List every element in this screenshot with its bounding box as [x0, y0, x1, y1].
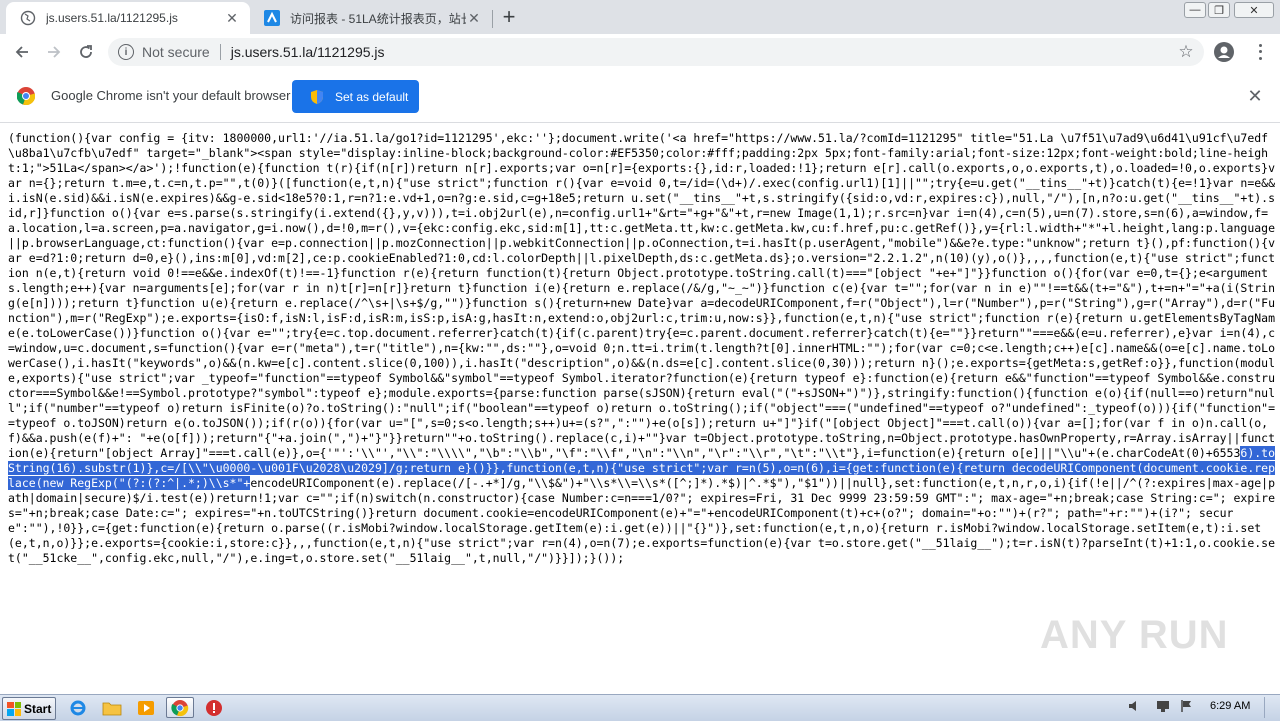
browser-toolbar: i Not secure js.users.51.la/1121295.js ☆: [0, 34, 1280, 72]
code-text-before: (function(){var config = {itv: 1800000,u…: [8, 131, 1276, 460]
default-browser-infobar: Google Chrome isn't your default browser…: [0, 71, 1280, 123]
tab-inactive[interactable]: 访问报表 - 51LA统计报表页，站长统 ✕: [250, 2, 492, 34]
infobar-message: Google Chrome isn't your default browser: [51, 88, 291, 103]
menu-kebab-icon[interactable]: [1250, 42, 1270, 62]
restore-button[interactable]: ❐: [1208, 2, 1230, 18]
tab-title: js.users.51.la/1121295.js: [46, 11, 178, 25]
start-button[interactable]: Start: [2, 697, 56, 720]
chrome-logo-icon: [17, 87, 35, 105]
tab-separator: [492, 10, 493, 28]
new-tab-button[interactable]: +: [498, 4, 520, 29]
tab-strip: js.users.51.la/1121295.js ✕ 访问报表 - 51LA统…: [0, 0, 1280, 34]
tab-title: 访问报表 - 51LA统计报表页，站长统: [290, 11, 466, 26]
close-tab-icon[interactable]: ✕: [224, 10, 240, 26]
clock: 6:29 AM: [1210, 700, 1251, 712]
chrome-taskbar-icon[interactable]: [166, 697, 194, 718]
set-as-default-label: Set as default: [335, 89, 409, 104]
show-desktop-button[interactable]: [1264, 697, 1279, 718]
reload-button[interactable]: [74, 40, 98, 64]
folder-icon[interactable]: [98, 697, 126, 718]
arrow-left-icon: [15, 46, 28, 58]
forward-button[interactable]: [42, 40, 66, 64]
close-tab-icon[interactable]: ✕: [466, 10, 482, 26]
taskbar: Start 6:29 AM: [0, 694, 1280, 721]
reload-icon: [80, 45, 92, 58]
windows-flag-icon: [7, 701, 21, 716]
info-icon[interactable]: i: [118, 44, 134, 60]
globe-icon: [20, 10, 36, 26]
close-window-button[interactable]: ✕: [1234, 2, 1274, 18]
flag-notification-icon[interactable]: [1180, 699, 1194, 716]
close-infobar-icon[interactable]: ✕: [1246, 86, 1264, 106]
speaker-icon[interactable]: [1128, 699, 1142, 716]
media-player-icon[interactable]: [132, 697, 160, 718]
divider: [219, 44, 221, 60]
bookmark-star-icon[interactable]: ☆: [1174, 42, 1198, 62]
back-button[interactable]: [10, 40, 34, 64]
security-status: Not secure: [142, 44, 210, 60]
51la-favicon-icon: [264, 10, 280, 26]
minimize-button[interactable]: —: [1184, 2, 1206, 18]
anyrun-watermark: ANY RUN: [1040, 612, 1229, 657]
javascript-source: (function(){var config = {itv: 1800000,u…: [8, 131, 1278, 566]
stop-sign-icon[interactable]: [200, 697, 228, 718]
network-icon[interactable]: [1156, 699, 1170, 716]
start-label: Start: [24, 701, 52, 716]
tab-active[interactable]: js.users.51.la/1121295.js ✕: [6, 2, 250, 34]
profile-avatar-icon[interactable]: [1214, 42, 1234, 62]
set-as-default-button[interactable]: Set as default: [292, 80, 419, 113]
arrow-right-icon: [48, 46, 61, 58]
url-text[interactable]: js.users.51.la/1121295.js: [231, 44, 1174, 60]
address-bar[interactable]: i Not secure js.users.51.la/1121295.js ☆: [108, 38, 1204, 66]
internet-explorer-icon[interactable]: [64, 697, 92, 718]
shield-icon: [311, 89, 323, 104]
page-content: (function(){var config = {itv: 1800000,u…: [8, 131, 1278, 691]
